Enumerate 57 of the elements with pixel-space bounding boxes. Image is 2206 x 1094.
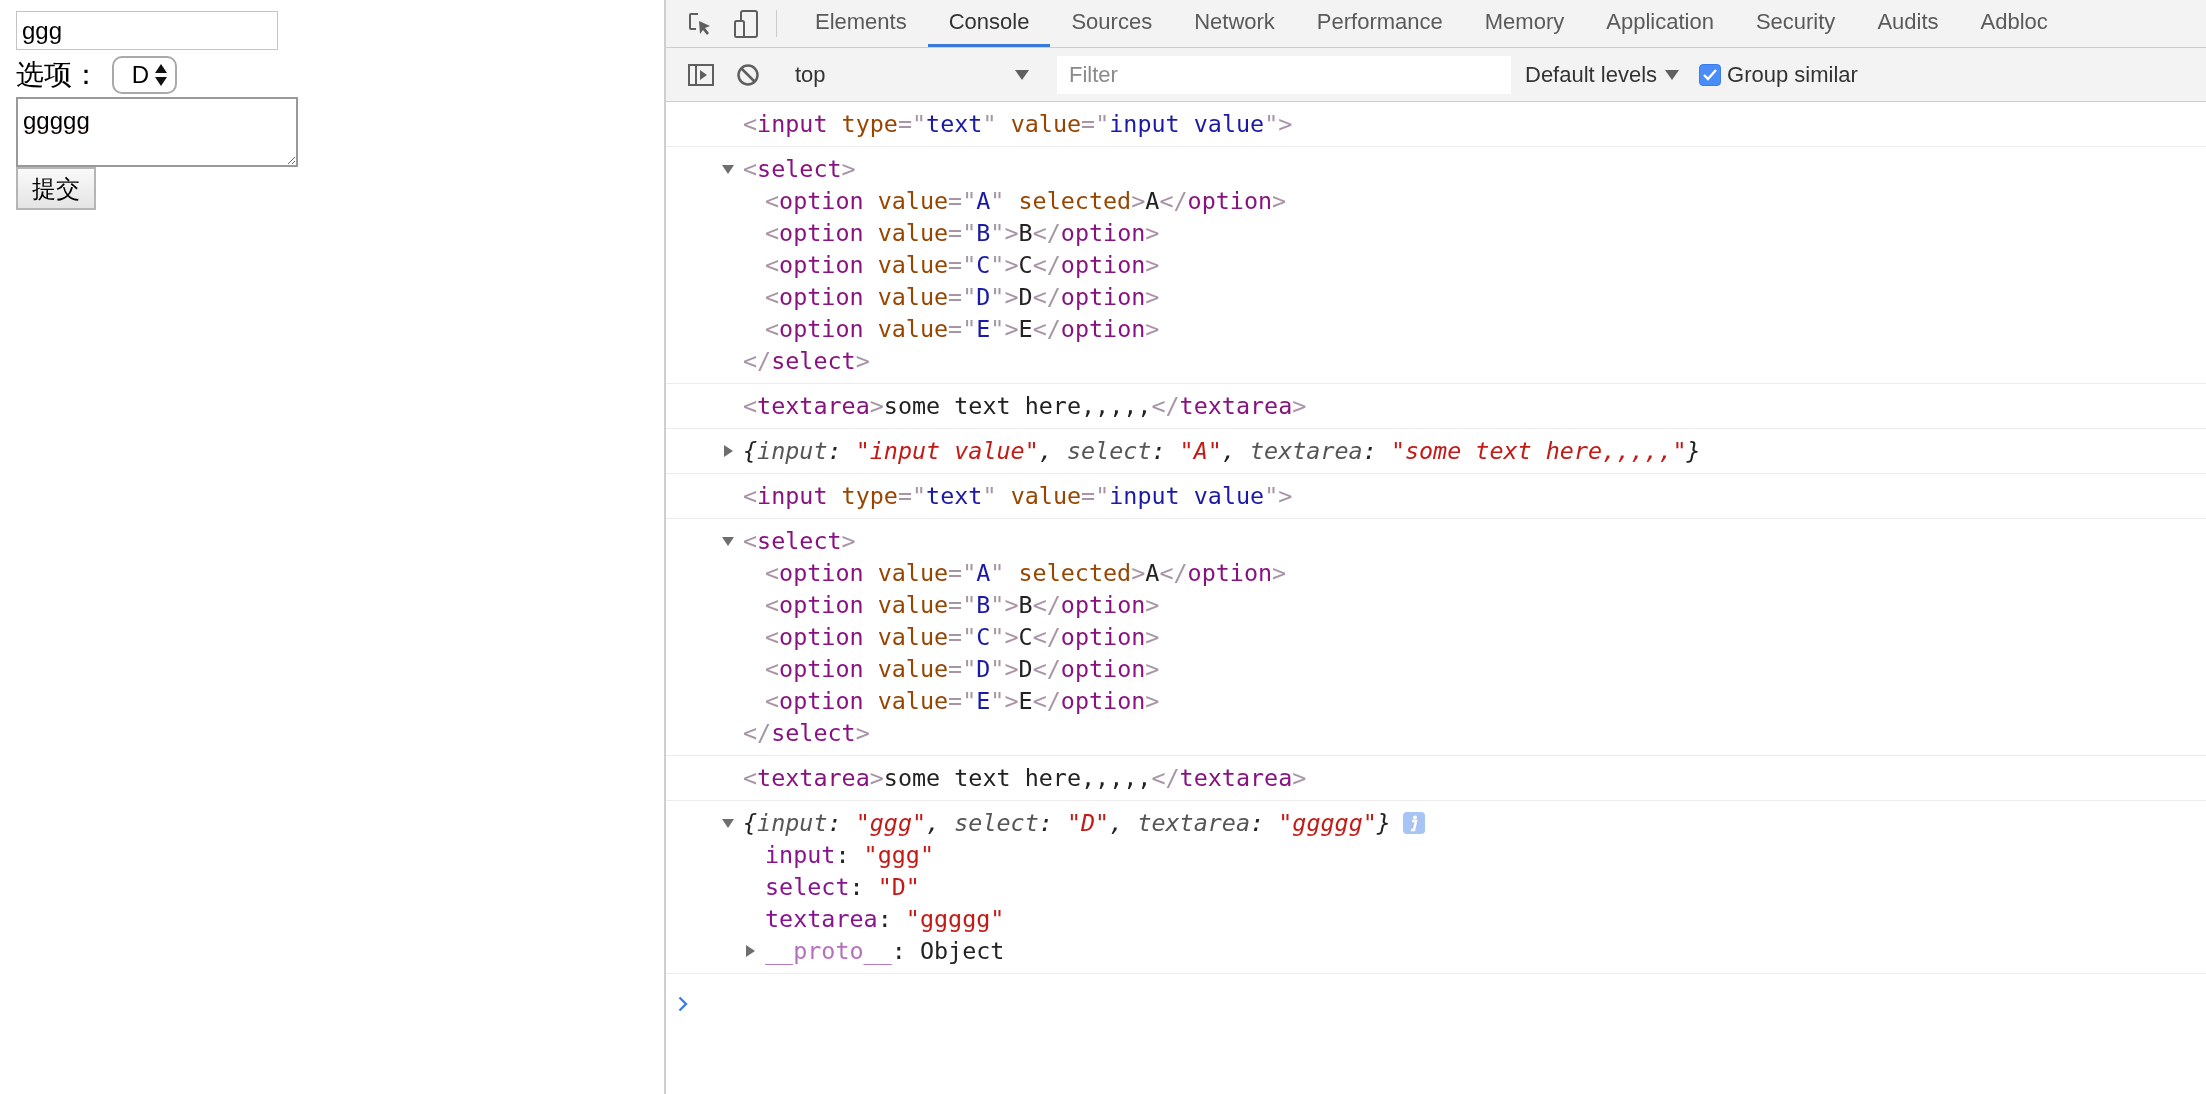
dropdown-icon: [1015, 68, 1029, 81]
filter-field[interactable]: Filter: [1057, 55, 1511, 94]
panel-tab[interactable]: Memory: [1463, 0, 1586, 47]
device-icon[interactable]: [734, 9, 758, 38]
updown-arrows-icon: [155, 64, 167, 86]
expanded-triangle-icon[interactable]: [721, 534, 735, 548]
prompt-chevron-icon: [678, 996, 688, 1012]
console-line: <textarea>some text here,,,,,</textarea>: [743, 391, 1307, 422]
console-line: <option value="B">B</option>: [765, 590, 1160, 621]
console-line: __proto__: Object: [765, 936, 1005, 967]
collapsed-triangle-icon[interactable]: [743, 944, 757, 958]
panel-tab[interactable]: Application: [1585, 0, 1735, 47]
submit-button[interactable]: 提交: [16, 167, 96, 210]
text-input[interactable]: ggg: [16, 11, 278, 50]
console-line: <select>: [743, 526, 856, 557]
console-line: input: "ggg": [765, 840, 934, 871]
panel-tab[interactable]: Security: [1734, 0, 1857, 47]
console-line: <option value="E">E</option>: [765, 686, 1160, 717]
collapsed-triangle-icon[interactable]: [721, 444, 735, 458]
text-area[interactable]: ggggg: [16, 97, 298, 167]
console-line: <option value="A" selected>A</option>: [765, 186, 1287, 217]
panel-tab[interactable]: Audits: [1856, 0, 1960, 47]
clear-icon[interactable]: [736, 62, 760, 87]
context-select[interactable]: top: [779, 61, 1041, 88]
panel-tab[interactable]: Elements: [794, 0, 928, 47]
option-select[interactable]: D: [112, 56, 177, 94]
checkmark-icon: [1703, 68, 1718, 81]
console-line: <option value="D">D</option>: [765, 654, 1160, 685]
console-line: select: "D": [765, 872, 920, 903]
dropdown-icon: [1665, 68, 1680, 81]
console-line: {input: "ggg", select: "D", textarea: "ggggg"}: [743, 808, 1391, 839]
expanded-triangle-icon[interactable]: [721, 816, 735, 830]
group-similar-checkbox[interactable]: [1699, 63, 1722, 86]
sidebar-toggle-icon[interactable]: [688, 63, 714, 86]
console-line: <input type="text" value="input value">: [743, 109, 1293, 140]
expanded-triangle-icon[interactable]: [721, 162, 735, 176]
panel-tab[interactable]: Sources: [1050, 0, 1174, 47]
console-line: </select>: [743, 346, 870, 377]
console-line: <option value="B">B</option>: [765, 218, 1160, 249]
console-line: <input type="text" value="input value">: [743, 481, 1293, 512]
console-line: </select>: [743, 718, 870, 749]
console-line: {input: "input value", select: "A", textarea: "some text here,,,,,"}: [743, 436, 1701, 467]
console-line: <option value="A" selected>A</option>: [765, 558, 1287, 589]
levels-dropdown[interactable]: Default levels: [1525, 61, 1680, 88]
console-line: <option value="C">C</option>: [765, 622, 1160, 653]
console-line: <select>: [743, 154, 856, 185]
panel-tab[interactable]: Adbloc: [1959, 0, 2069, 47]
group-similar-label: Group similar: [1727, 61, 1858, 88]
console-line: textarea: "ggggg": [765, 904, 1005, 935]
console-line: <option value="C">C</option>: [765, 250, 1160, 281]
panel-tab[interactable]: Performance: [1295, 0, 1464, 47]
panel-tab[interactable]: Network: [1173, 0, 1296, 47]
inspect-icon[interactable]: [688, 11, 712, 36]
console-line: <option value="D">D</option>: [765, 282, 1160, 313]
console-line: <textarea>some text here,,,,,</textarea>: [743, 763, 1307, 794]
select-label: 选项：: [16, 57, 100, 93]
console-line: <option value="E">E</option>: [765, 314, 1160, 345]
